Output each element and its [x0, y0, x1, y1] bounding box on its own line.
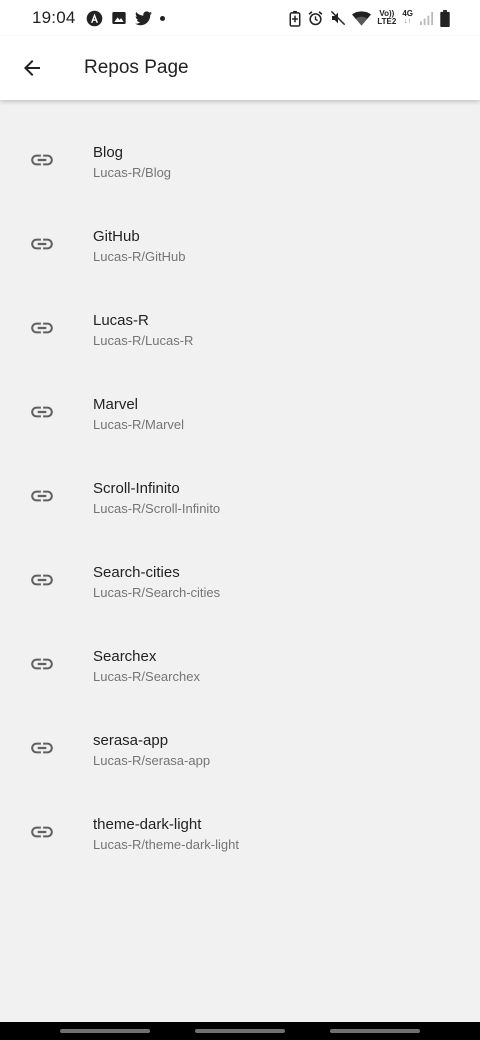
nav-handle-center[interactable] — [195, 1029, 285, 1033]
repo-text: Searchex Lucas-R/Searchex — [93, 647, 200, 686]
repo-list-item[interactable]: GitHub Lucas-R/GitHub — [0, 202, 480, 286]
network-label: 4G — [402, 9, 413, 18]
nav-handle-right[interactable] — [330, 1029, 420, 1033]
navigation-bar — [0, 1022, 480, 1040]
link-icon — [29, 147, 55, 173]
repo-name: serasa-app — [93, 732, 169, 749]
repo-list-item[interactable]: Scroll-Infinito Lucas-R/Scroll-Infinito — [0, 454, 480, 538]
repo-list: Blog Lucas-R/Blog GitHub Lucas-R/GitHub … — [0, 118, 480, 874]
repo-list-item[interactable]: Search-cities Lucas-R/Search-cities — [0, 538, 480, 622]
repo-path: Lucas-R/Marvel — [93, 417, 185, 432]
repo-name: theme-dark-light — [93, 816, 202, 833]
repo-text: Search-cities Lucas-R/Search-cities — [93, 563, 220, 602]
nav-handle-left[interactable] — [60, 1029, 150, 1033]
twitter-icon — [134, 10, 152, 26]
repo-text: theme-dark-light Lucas-R/theme-dark-ligh… — [93, 815, 239, 854]
repo-list-item[interactable]: Lucas-R Lucas-R/Lucas-R — [0, 286, 480, 370]
repo-name: Search-cities — [93, 564, 180, 581]
repo-text: Lucas-R Lucas-R/Lucas-R — [93, 311, 193, 350]
repo-path: Lucas-R/Lucas-R — [93, 333, 194, 348]
repo-name: Blog — [93, 144, 124, 161]
repo-list-item[interactable]: serasa-app Lucas-R/serasa-app — [0, 706, 480, 790]
repo-path: Lucas-R/Blog — [93, 165, 172, 180]
repo-list-item[interactable]: theme-dark-light Lucas-R/theme-dark-ligh… — [0, 790, 480, 874]
network-type-icon: 4G ↓↑ — [402, 10, 413, 26]
back-button[interactable] — [0, 36, 64, 100]
repo-path: Lucas-R/theme-dark-light — [93, 837, 239, 852]
link-icon — [29, 567, 55, 593]
status-time: 19:04 — [32, 8, 76, 27]
screen: 19:04 Vo)) LTE2 4G ↓↑ Repos Page Blog Lu… — [0, 0, 480, 1040]
angular-icon — [86, 10, 103, 27]
volte-icon: Vo)) LTE2 — [377, 10, 396, 26]
repo-name: Scroll-Infinito — [93, 480, 180, 497]
data-arrows-icon: ↓↑ — [404, 18, 412, 25]
link-icon — [29, 231, 55, 257]
link-icon — [29, 315, 55, 341]
battery-saver-icon — [289, 10, 301, 27]
lte-label: LTE2 — [377, 17, 397, 26]
link-icon — [29, 819, 55, 845]
repo-text: Scroll-Infinito Lucas-R/Scroll-Infinito — [93, 479, 220, 518]
repo-list-item[interactable]: Marvel Lucas-R/Marvel — [0, 370, 480, 454]
wifi-icon — [352, 10, 372, 26]
link-icon — [29, 651, 55, 677]
link-icon — [29, 735, 55, 761]
mute-icon — [330, 10, 346, 26]
repo-text: serasa-app Lucas-R/serasa-app — [93, 731, 210, 770]
page-title: Repos Page — [84, 57, 189, 78]
status-left: 19:04 — [32, 8, 165, 28]
battery-icon — [440, 9, 450, 27]
repo-name: Searchex — [93, 648, 157, 665]
status-right: Vo)) LTE2 4G ↓↑ — [289, 9, 450, 27]
arrow-back-icon — [24, 60, 40, 76]
repo-path: Lucas-R/Scroll-Infinito — [93, 501, 221, 516]
status-bar: 19:04 Vo)) LTE2 4G ↓↑ — [0, 0, 480, 36]
alarm-icon — [307, 10, 324, 27]
repo-path: Lucas-R/GitHub — [93, 249, 186, 264]
repo-path: Lucas-R/Search-cities — [93, 585, 221, 600]
link-icon — [29, 483, 55, 509]
link-icon — [29, 399, 55, 425]
repo-text: Marvel Lucas-R/Marvel — [93, 395, 184, 434]
repo-path: Lucas-R/serasa-app — [93, 753, 211, 768]
repo-name: GitHub — [93, 228, 140, 245]
repo-text: GitHub Lucas-R/GitHub — [93, 227, 185, 266]
repo-text: Blog Lucas-R/Blog — [93, 143, 171, 182]
signal-icon — [419, 11, 434, 26]
repo-list-item[interactable]: Blog Lucas-R/Blog — [0, 118, 480, 202]
repo-list-item[interactable]: Searchex Lucas-R/Searchex — [0, 622, 480, 706]
repo-path: Lucas-R/Searchex — [93, 669, 200, 684]
image-icon — [111, 10, 127, 26]
app-bar: Repos Page — [0, 36, 480, 100]
repo-name: Lucas-R — [93, 312, 149, 329]
notification-dot-icon — [159, 15, 165, 21]
repo-name: Marvel — [93, 396, 139, 413]
